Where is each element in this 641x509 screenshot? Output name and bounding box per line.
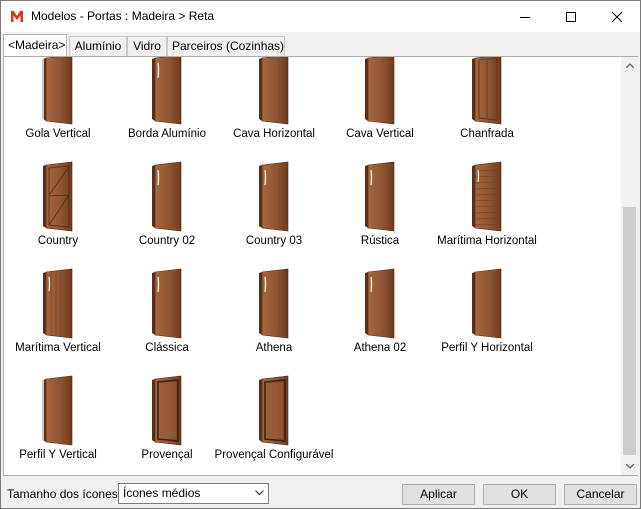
door-thumbnail-icon bbox=[244, 161, 304, 233]
model-item-label: Borda Alumínio bbox=[128, 128, 206, 140]
model-item-label: Provençal bbox=[141, 449, 193, 461]
model-item[interactable]: Athena bbox=[219, 268, 329, 376]
model-item[interactable]: Chanfrada bbox=[432, 57, 542, 162]
apply-button[interactable]: Aplicar bbox=[402, 484, 475, 505]
chevron-down-icon bbox=[255, 490, 264, 496]
minimize-icon bbox=[520, 16, 530, 18]
model-item-label: Cava Horizontal bbox=[233, 128, 315, 140]
model-item[interactable]: Country 02 bbox=[112, 161, 222, 269]
close-button[interactable] bbox=[594, 1, 640, 32]
model-item-label: Provençal Configurável bbox=[214, 449, 334, 461]
model-item[interactable]: Provençal Configurável bbox=[215, 375, 333, 475]
tab-parceiros[interactable]: Parceiros (Cozinhas) bbox=[167, 36, 285, 56]
minimize-button[interactable] bbox=[502, 1, 548, 32]
model-item-label: Perfil Y Horizontal bbox=[441, 342, 533, 354]
model-item[interactable]: Marítima Vertical bbox=[4, 268, 113, 376]
door-thumbnail-icon bbox=[457, 161, 517, 233]
model-item[interactable]: Country bbox=[4, 161, 113, 269]
model-item-label: Marítima Horizontal bbox=[437, 235, 537, 247]
scroll-up-button[interactable] bbox=[621, 57, 638, 74]
model-item[interactable]: Clássica bbox=[112, 268, 222, 376]
vertical-scrollbar[interactable] bbox=[621, 57, 638, 475]
model-item[interactable]: Perfil Y Horizontal bbox=[432, 268, 542, 376]
door-thumbnail-icon bbox=[350, 57, 410, 126]
door-thumbnail-icon bbox=[137, 268, 197, 340]
model-item-label: Country bbox=[37, 235, 79, 247]
window-title: Modelos - Portas : Madeira > Reta bbox=[31, 9, 215, 23]
icon-size-select[interactable]: Ícones médios bbox=[118, 483, 269, 504]
model-item-label: Cava Vertical bbox=[346, 128, 414, 140]
door-thumbnail-icon bbox=[244, 57, 304, 126]
door-thumbnail-icon bbox=[137, 375, 197, 447]
door-thumbnail-icon bbox=[244, 375, 304, 447]
model-item[interactable]: Athena 02 bbox=[325, 268, 435, 376]
icon-size-label: Tamanho dos ícones bbox=[7, 487, 118, 501]
model-item-label: Gola Vertical bbox=[25, 128, 91, 140]
model-item[interactable]: Cava Vertical bbox=[325, 57, 435, 162]
scroll-down-button[interactable] bbox=[621, 458, 638, 475]
cancel-button[interactable]: Cancelar bbox=[564, 484, 637, 505]
tab-vidro[interactable]: Vidro bbox=[127, 36, 167, 56]
model-item[interactable]: Borda Alumínio bbox=[112, 57, 222, 162]
models-panel: Gola Vertical Borda Alumínio Cava Horizont… bbox=[3, 56, 638, 476]
model-item-label: Country 03 bbox=[245, 235, 303, 247]
door-thumbnail-icon bbox=[137, 161, 197, 233]
door-thumbnail-icon bbox=[28, 268, 88, 340]
door-thumbnail-icon bbox=[457, 268, 517, 340]
chevron-up-icon bbox=[625, 63, 634, 68]
model-grid: Gola Vertical Borda Alumínio Cava Horizont… bbox=[4, 57, 621, 475]
icon-size-value: Ícones médios bbox=[123, 486, 201, 500]
model-item-label: Athena bbox=[255, 342, 293, 354]
model-item[interactable]: Perfil Y Vertical bbox=[4, 375, 113, 475]
door-thumbnail-icon bbox=[28, 161, 88, 233]
scrollbar-thumb[interactable] bbox=[623, 207, 636, 455]
model-item[interactable]: Cava Horizontal bbox=[219, 57, 329, 162]
close-icon bbox=[612, 11, 622, 22]
model-item-label: Perfil Y Vertical bbox=[19, 449, 97, 461]
tab-madeira[interactable]: <Madeira> bbox=[3, 34, 67, 56]
model-item[interactable]: Country 03 bbox=[219, 161, 329, 269]
dialog-window: Modelos - Portas : Madeira > Reta <Madei… bbox=[0, 0, 641, 509]
model-item-label: Rústica bbox=[360, 235, 400, 247]
door-thumbnail-icon bbox=[350, 161, 410, 233]
door-thumbnail-icon bbox=[457, 57, 517, 126]
model-item[interactable]: Marítima Horizontal bbox=[432, 161, 542, 269]
maximize-button[interactable] bbox=[548, 1, 594, 32]
tab-aluminio[interactable]: Alumínio bbox=[69, 36, 127, 56]
door-thumbnail-icon bbox=[28, 57, 88, 126]
door-thumbnail-icon bbox=[137, 57, 197, 126]
maximize-icon bbox=[566, 11, 576, 22]
door-thumbnail-icon bbox=[350, 268, 410, 340]
model-item-label: Marítima Vertical bbox=[15, 342, 101, 354]
model-item-label: Athena 02 bbox=[353, 342, 407, 354]
model-item[interactable]: Gola Vertical bbox=[4, 57, 113, 162]
app-logo-icon bbox=[11, 11, 23, 22]
door-thumbnail-icon bbox=[28, 375, 88, 447]
door-thumbnail-icon bbox=[244, 268, 304, 340]
model-item-label: Chanfrada bbox=[460, 128, 514, 140]
title-bar[interactable]: Modelos - Portas : Madeira > Reta bbox=[1, 1, 640, 32]
chevron-down-icon bbox=[625, 464, 634, 469]
ok-button[interactable]: OK bbox=[483, 484, 556, 505]
model-item[interactable]: Rústica bbox=[325, 161, 435, 269]
model-item-label: Clássica bbox=[145, 342, 189, 354]
model-item[interactable]: Provençal bbox=[112, 375, 222, 475]
model-item-label: Country 02 bbox=[138, 235, 196, 247]
